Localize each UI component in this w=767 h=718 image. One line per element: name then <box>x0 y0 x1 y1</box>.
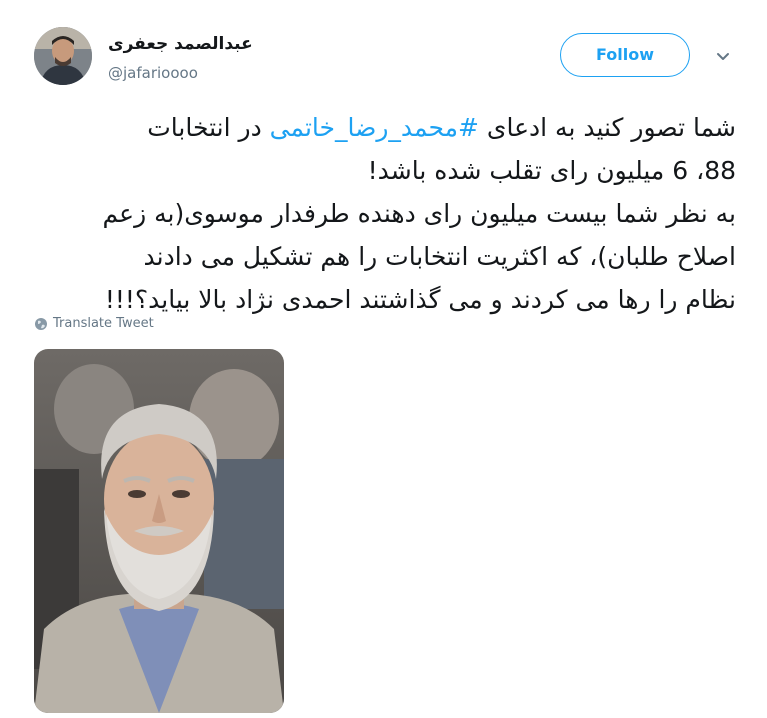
tweet-line-1-prefix: شما تصور کنید به ادعای <box>478 113 736 142</box>
translate-label: Translate Tweet <box>53 316 154 331</box>
user-handle[interactable]: @jafarioooo <box>108 64 198 82</box>
avatar[interactable] <box>34 27 92 85</box>
tweet-line-2: 88، 6 میلیون رای تقلب شده باشد! <box>367 156 736 185</box>
tweet-text: شما تصور کنید به ادعای #محمد_رضا_خاتمی د… <box>30 106 736 321</box>
tweet-line-1-suffix: در انتخابات <box>147 113 270 142</box>
follow-button[interactable]: Follow <box>560 33 690 77</box>
tweet-line-4: اصلاح طلبان)، که اکثریت انتخابات را هم ت… <box>143 242 736 271</box>
hashtag-link[interactable]: #محمد_رضا_خاتمی <box>270 113 479 142</box>
translate-tweet-link[interactable]: Translate Tweet <box>34 316 154 331</box>
chevron-down-icon[interactable] <box>716 50 730 64</box>
tweet-line-3: به نظر شما بیست میلیون رای دهنده طرفدار … <box>102 199 736 228</box>
globe-icon <box>35 317 47 330</box>
display-name[interactable]: عبدالصمد جعفری <box>108 34 253 54</box>
tweet-photo[interactable] <box>34 349 284 713</box>
tweet-line-1: شما تصور کنید به ادعای #محمد_رضا_خاتمی د… <box>30 106 736 149</box>
tweet-line-5: نظام را رها می کردند و می گذاشتند احمدی … <box>104 285 736 314</box>
